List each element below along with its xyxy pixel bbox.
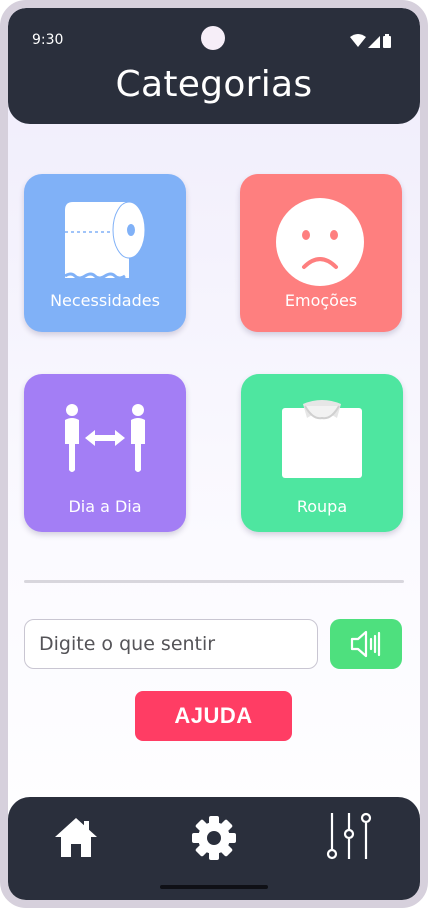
battery-icon [383, 34, 391, 48]
status-icons [350, 34, 391, 48]
category-necessidades[interactable]: Necessidades [24, 174, 186, 332]
category-label: Roupa [296, 497, 348, 516]
category-roupa[interactable]: Roupa [241, 374, 403, 532]
speak-button[interactable] [330, 619, 402, 669]
shirt-icon [282, 400, 362, 478]
people-distance-icon [65, 404, 145, 472]
sad-face-icon [276, 198, 364, 286]
gear-icon [192, 816, 236, 860]
app-header: 9:30 Categorias [8, 8, 420, 124]
feeling-input[interactable] [24, 619, 318, 669]
category-label: Necessidades [50, 291, 160, 310]
category-label: Dia a Dia [68, 497, 142, 516]
category-dia-a-dia[interactable]: Dia a Dia [24, 374, 186, 532]
sliders-icon [326, 812, 372, 860]
nav-home-button[interactable] [54, 817, 98, 861]
status-time: 9:30 [32, 32, 64, 48]
category-emocoes[interactable]: Emoções [240, 174, 402, 332]
nav-settings-button[interactable] [191, 815, 237, 865]
divider [24, 580, 404, 583]
home-icon [55, 818, 97, 857]
speaker-icon [350, 630, 381, 658]
page-title: Categorias [115, 64, 313, 105]
nav-adjust-button[interactable] [324, 811, 374, 865]
category-label: Emoções [284, 291, 358, 310]
wifi-icon [350, 34, 366, 47]
help-button[interactable]: AJUDA [135, 691, 292, 741]
signal-icon [368, 36, 380, 48]
phone-frame: 9:30 Categorias Necessidades Emoções Dia… [0, 0, 428, 908]
toilet-paper-icon [65, 202, 145, 278]
home-indicator [160, 885, 268, 889]
camera-cutout [201, 26, 225, 50]
